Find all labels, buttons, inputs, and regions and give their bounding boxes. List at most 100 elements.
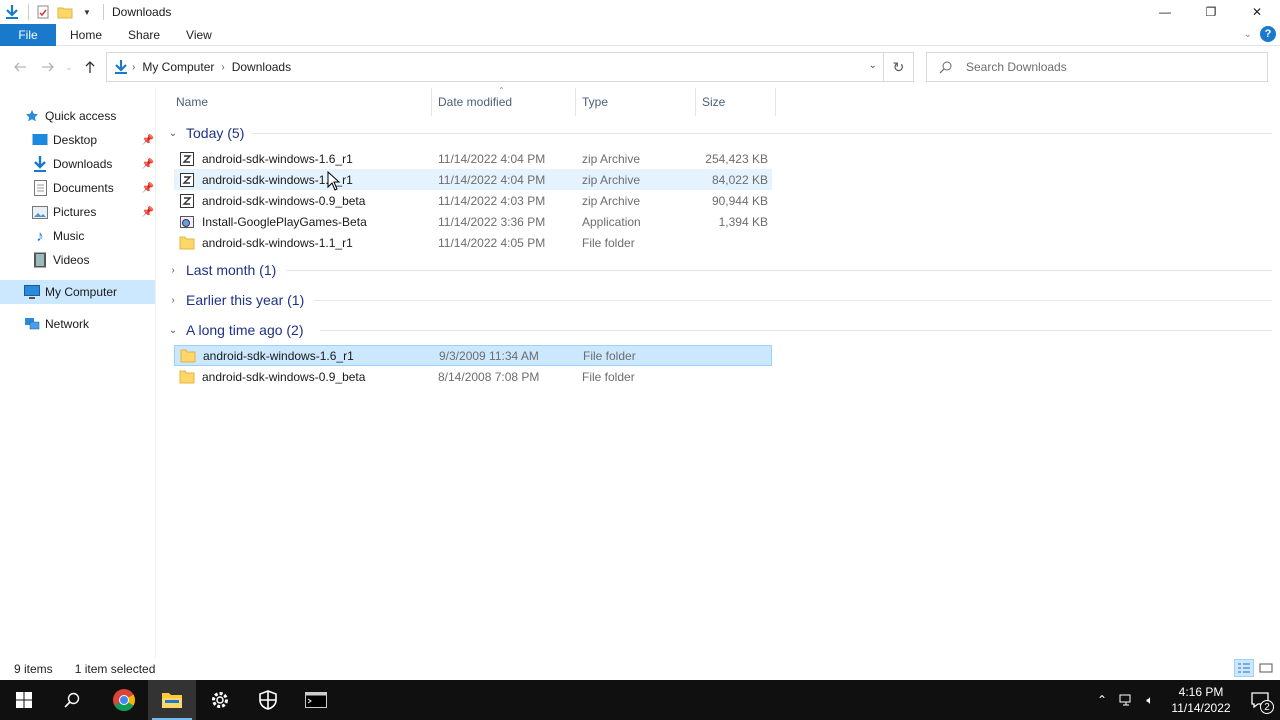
file-name: android-sdk-windows-1.6_r1 bbox=[203, 348, 354, 363]
file-type: zip Archive bbox=[582, 193, 641, 208]
column-header-size[interactable]: Size bbox=[696, 88, 776, 116]
pin-icon[interactable]: 📌 bbox=[142, 183, 154, 194]
column-header-type[interactable]: Type bbox=[576, 88, 696, 116]
details-view-icon bbox=[1238, 663, 1250, 673]
group-header-today[interactable]: ⌄ Today (5) bbox=[166, 122, 245, 144]
chevron-right-icon: › bbox=[171, 264, 175, 276]
view-switcher bbox=[1234, 659, 1276, 677]
application-icon bbox=[178, 213, 196, 231]
breadcrumb-downloads[interactable]: Downloads bbox=[232, 60, 291, 74]
file-row[interactable]: android-sdk-windows-1.1_r1 11/14/2022 4:… bbox=[174, 232, 772, 253]
group-label: Last month (1) bbox=[186, 262, 277, 278]
restore-button[interactable]: ❐ bbox=[1188, 0, 1234, 24]
file-type: Application bbox=[582, 214, 641, 229]
properties-icon[interactable] bbox=[33, 2, 53, 22]
file-explorer-taskbar-button[interactable] bbox=[148, 680, 196, 720]
group-header-long-time-ago[interactable]: ⌄ A long time ago (2) bbox=[166, 319, 304, 341]
nav-label: Quick access bbox=[45, 109, 117, 123]
nav-documents[interactable]: Documents 📌 bbox=[32, 176, 154, 200]
help-icon[interactable]: ? bbox=[1260, 26, 1276, 42]
volume-icon[interactable]: 🔈︎ bbox=[1138, 680, 1162, 720]
search-input[interactable] bbox=[966, 60, 1246, 74]
group-divider bbox=[252, 133, 1272, 134]
search-box[interactable] bbox=[926, 52, 1268, 82]
tab-view[interactable]: View bbox=[173, 24, 225, 46]
address-dropdown-icon[interactable]: ⌄ bbox=[869, 60, 877, 71]
window-title: Downloads bbox=[112, 5, 172, 19]
file-row[interactable]: android-sdk-windows-0.9_beta 8/14/2008 7… bbox=[174, 366, 772, 387]
file-row[interactable]: Install-GooglePlayGames-Beta 11/14/2022 … bbox=[174, 211, 772, 232]
nav-downloads[interactable]: Downloads 📌 bbox=[32, 152, 154, 176]
system-clock[interactable]: 4:16 PM 11/14/2022 bbox=[1166, 684, 1236, 716]
terminal-taskbar-button[interactable] bbox=[292, 680, 340, 720]
nav-quick-access[interactable]: Quick access bbox=[24, 104, 152, 128]
navigation-pane: Quick access Desktop 📌 Downloads 📌 Docum… bbox=[0, 88, 156, 658]
customize-toolbar-icon[interactable]: ▼ bbox=[77, 2, 97, 22]
nav-label: Videos bbox=[53, 253, 90, 267]
tab-file[interactable]: File bbox=[0, 23, 56, 46]
breadcrumb-chevron-icon[interactable]: › bbox=[221, 62, 224, 73]
status-bar: 9 items 1 item selected bbox=[0, 658, 1280, 680]
chevron-down-icon: ⌄ bbox=[168, 324, 178, 336]
refresh-button[interactable]: ↻ bbox=[884, 52, 914, 82]
security-taskbar-button[interactable] bbox=[244, 680, 292, 720]
breadcrumb-my-computer[interactable]: My Computer bbox=[142, 60, 214, 74]
recent-locations-button[interactable]: ⌄ bbox=[62, 53, 76, 81]
new-folder-icon[interactable] bbox=[55, 2, 75, 22]
pin-icon[interactable]: 📌 bbox=[142, 207, 154, 218]
details-view-button[interactable] bbox=[1234, 659, 1254, 677]
file-row[interactable]: android-sdk-windows-1.1_r1 11/14/2022 4:… bbox=[174, 169, 772, 190]
nav-videos[interactable]: Videos bbox=[32, 248, 154, 272]
network-tray-icon[interactable] bbox=[1114, 680, 1138, 720]
documents-icon bbox=[32, 180, 48, 196]
search-taskbar-button[interactable] bbox=[48, 680, 96, 720]
file-date: 8/14/2008 7:08 PM bbox=[438, 369, 540, 384]
action-center-button[interactable]: 2 bbox=[1240, 680, 1280, 720]
network-icon bbox=[24, 316, 40, 332]
settings-taskbar-button[interactable] bbox=[196, 680, 244, 720]
address-bar[interactable]: › My Computer › Downloads ⌄ bbox=[106, 52, 884, 82]
file-row[interactable]: android-sdk-windows-1.6_r1 11/14/2022 4:… bbox=[174, 148, 772, 169]
window-controls: — ❐ ✕ bbox=[1142, 0, 1280, 24]
nav-label: My Computer bbox=[45, 285, 118, 299]
pin-icon[interactable]: 📌 bbox=[142, 159, 154, 170]
expand-ribbon-icon[interactable]: ⌄ bbox=[1244, 29, 1252, 40]
file-size: 254,423 KB bbox=[705, 151, 768, 166]
close-button[interactable]: ✕ bbox=[1234, 0, 1280, 24]
taskbar: ⌃ 🔈︎ 4:16 PM 11/14/2022 2 bbox=[0, 680, 1280, 720]
chrome-taskbar-button[interactable] bbox=[100, 680, 148, 720]
large-icons-view-button[interactable] bbox=[1256, 659, 1276, 677]
up-button[interactable] bbox=[76, 53, 104, 81]
back-button[interactable] bbox=[6, 53, 34, 81]
file-row[interactable]: android-sdk-windows-1.6_r1 9/3/2009 11:3… bbox=[174, 345, 772, 366]
nav-desktop[interactable]: Desktop 📌 bbox=[32, 128, 154, 152]
nav-pictures[interactable]: Pictures 📌 bbox=[32, 200, 154, 224]
file-row[interactable]: android-sdk-windows-0.9_beta 11/14/2022 … bbox=[174, 190, 772, 211]
breadcrumb-chevron-icon[interactable]: › bbox=[132, 62, 135, 73]
minimize-button[interactable]: — bbox=[1142, 0, 1188, 24]
toolbar-divider bbox=[103, 4, 104, 20]
group-header-last-month[interactable]: › Last month (1) bbox=[166, 259, 276, 281]
file-type: zip Archive bbox=[582, 151, 641, 166]
item-count: 9 items bbox=[14, 662, 53, 676]
show-hidden-icons-icon[interactable]: ⌃ bbox=[1090, 680, 1114, 720]
group-header-earlier-this-year[interactable]: › Earlier this year (1) bbox=[166, 289, 304, 311]
nav-label: Network bbox=[45, 317, 90, 331]
start-button[interactable] bbox=[0, 680, 48, 720]
nav-my-computer[interactable]: My Computer bbox=[0, 280, 155, 304]
file-name: android-sdk-windows-0.9_beta bbox=[202, 369, 366, 384]
clock-date: 11/14/2022 bbox=[1171, 701, 1231, 715]
pin-icon[interactable]: 📌 bbox=[142, 135, 154, 146]
file-type: File folder bbox=[583, 348, 636, 363]
tab-share[interactable]: Share bbox=[115, 24, 173, 46]
system-tray: ⌃ 🔈︎ 4:16 PM 11/14/2022 2 bbox=[1090, 680, 1280, 720]
downloads-app-icon[interactable] bbox=[2, 2, 22, 22]
nav-music[interactable]: ♪ Music bbox=[32, 224, 154, 248]
up-arrow-icon bbox=[85, 61, 95, 73]
forward-button[interactable] bbox=[34, 53, 62, 81]
music-icon: ♪ bbox=[36, 227, 44, 245]
column-header-name[interactable]: Name bbox=[170, 88, 432, 116]
tab-home[interactable]: Home bbox=[56, 24, 115, 46]
file-size: 84,022 KB bbox=[711, 172, 768, 187]
nav-network[interactable]: Network bbox=[24, 312, 152, 336]
